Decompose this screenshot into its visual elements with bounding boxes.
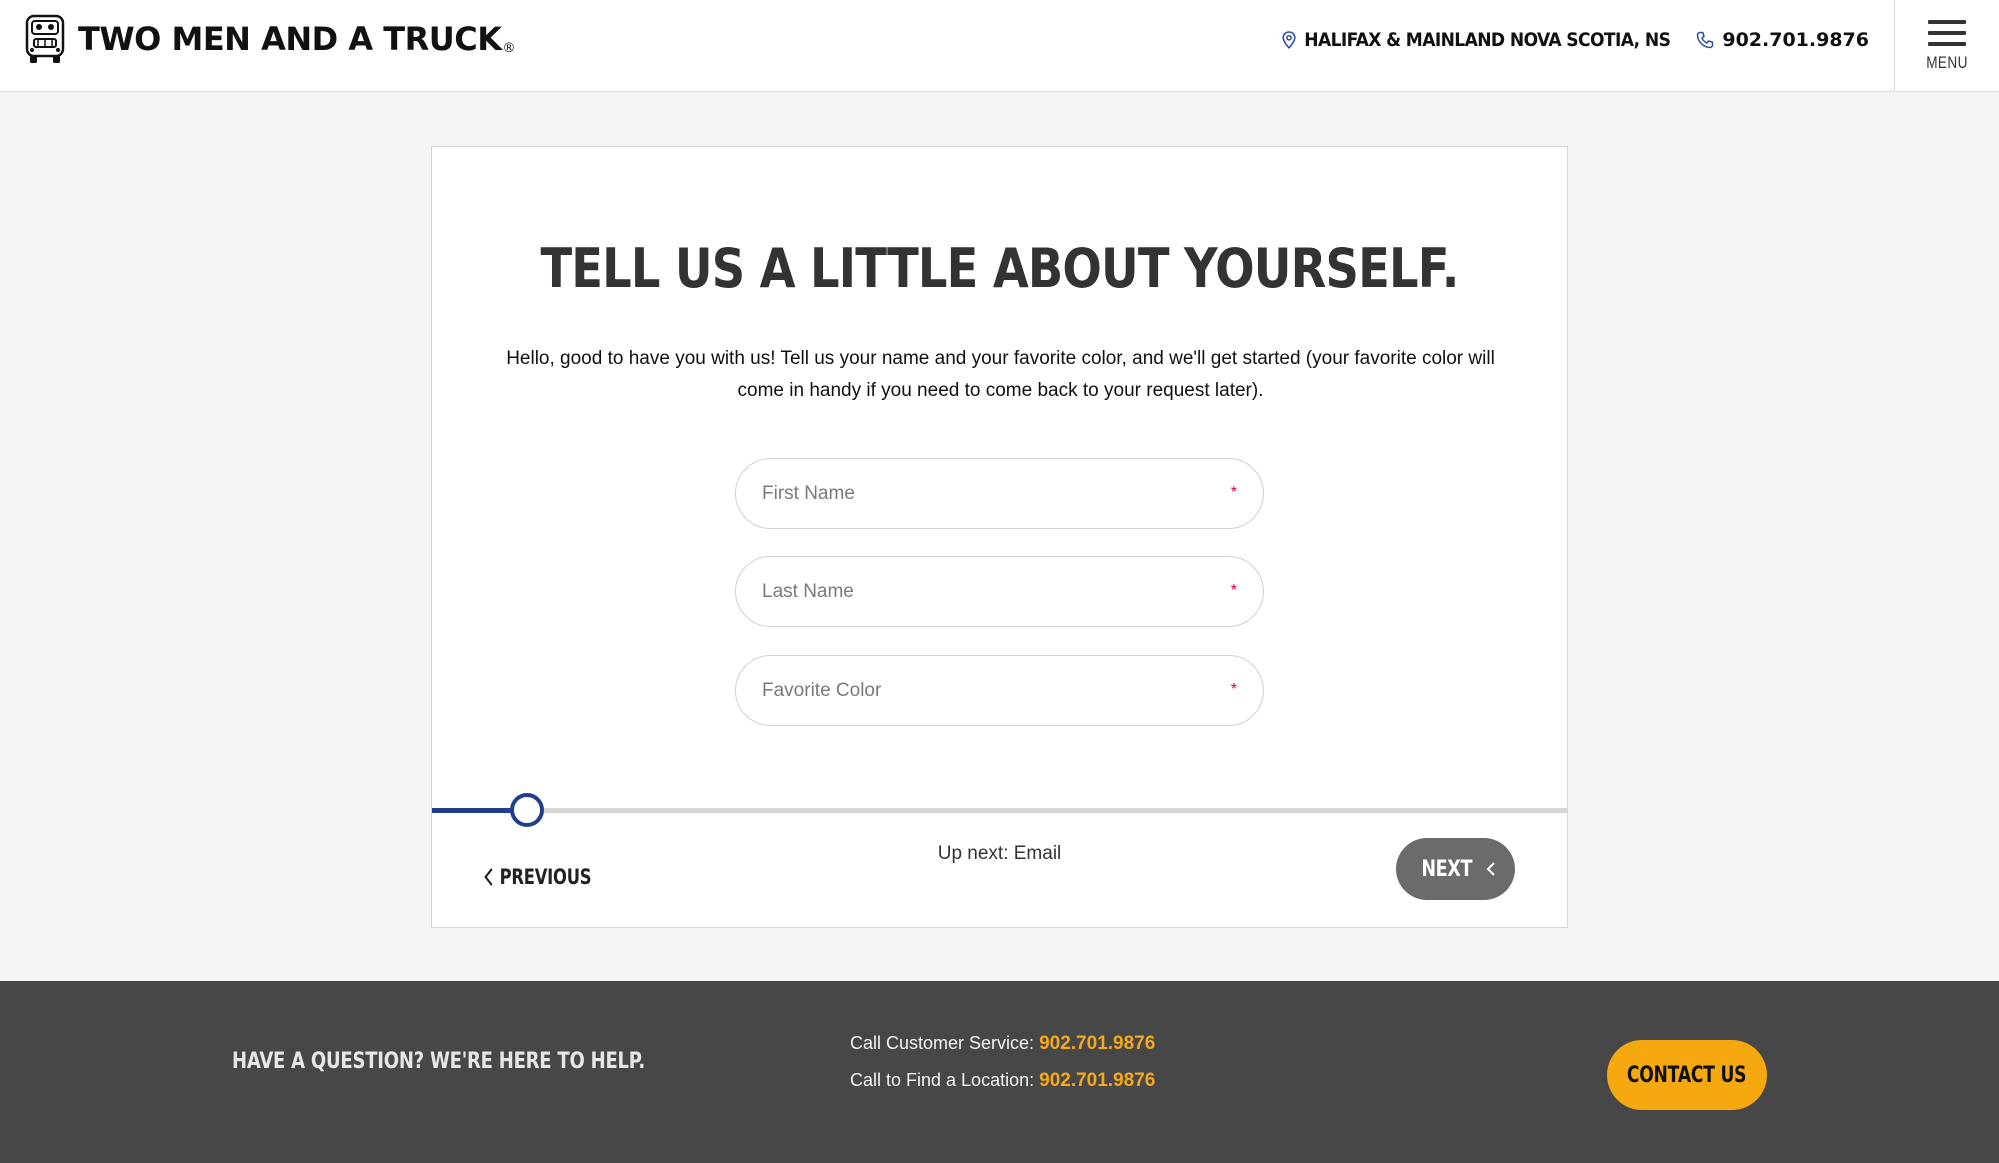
last-name-input[interactable] [762, 557, 1202, 626]
menu-button[interactable]: MENU [1894, 0, 1999, 92]
previous-label: PREVIOUS [499, 865, 592, 889]
progress-bar [432, 793, 1567, 827]
hamburger-menu-icon [1928, 19, 1966, 46]
find-location-line: Call to Find a Location: 902.701.9876 [850, 1070, 1155, 1092]
chevron-icon [1486, 862, 1495, 876]
next-button[interactable]: NEXT [1396, 838, 1515, 900]
form-card: TELL US A LITTLE ABOUT YOURSELF. Hello, … [431, 146, 1568, 928]
contact-us-button[interactable]: CONTACT US [1607, 1040, 1767, 1110]
required-asterisk: * [1230, 681, 1237, 698]
required-asterisk: * [1230, 582, 1237, 599]
header-phone-link[interactable]: 902.701.9876 [1696, 29, 1869, 51]
menu-label: MENU [1926, 52, 1968, 72]
next-label: NEXT [1421, 856, 1472, 882]
customer-service-phone[interactable]: 902.701.9876 [1039, 1033, 1155, 1054]
required-asterisk: * [1230, 484, 1237, 501]
customer-service-line: Call Customer Service: 902.701.9876 [850, 1033, 1155, 1055]
brand-name: TWO MEN AND A TRUCK® [78, 20, 515, 58]
header-contact-bar: HALIFAX & MAINLAND NOVA SCOTIA, NS 902.7… [1282, 0, 1869, 80]
previous-button[interactable]: PREVIOUS [484, 865, 592, 889]
form-title: TELL US A LITTLE ABOUT YOURSELF. [540, 237, 1459, 300]
favorite-color-field[interactable]: * [735, 655, 1264, 726]
location-link[interactable]: HALIFAX & MAINLAND NOVA SCOTIA, NS [1282, 29, 1671, 51]
brand-name-text: TWO MEN AND A TRUCK [78, 20, 502, 58]
truck-logo-icon [25, 14, 65, 63]
favorite-color-input[interactable] [762, 656, 1202, 725]
header-phone-number: 902.701.9876 [1722, 29, 1869, 51]
footer-call-info: Call Customer Service: 902.701.9876 Call… [850, 1033, 1155, 1107]
form-intro-text: Hello, good to have you with us! Tell us… [506, 348, 1495, 401]
location-label: HALIFAX & MAINLAND NOVA SCOTIA, NS [1304, 29, 1671, 51]
progress-knob [510, 793, 544, 827]
first-name-field[interactable]: * [735, 458, 1264, 529]
site-header: TWO MEN AND A TRUCK® HALIFAX & MAINLAND … [0, 0, 1999, 92]
map-pin-icon [1282, 31, 1296, 49]
site-footer: HAVE A QUESTION? WE'RE HERE TO HELP. Cal… [0, 981, 1999, 1163]
find-location-phone[interactable]: 902.701.9876 [1039, 1070, 1155, 1091]
chevron-left-icon [484, 868, 493, 886]
contact-us-label: CONTACT US [1627, 1062, 1747, 1088]
find-location-label: Call to Find a Location: [850, 1070, 1035, 1090]
last-name-field[interactable]: * [735, 556, 1264, 627]
phone-icon [1697, 31, 1714, 49]
footer-question: HAVE A QUESTION? WE'RE HERE TO HELP. [232, 1049, 646, 1074]
brand-logo[interactable]: TWO MEN AND A TRUCK® [24, 12, 515, 66]
first-name-input[interactable] [762, 459, 1202, 528]
registered-mark: ® [502, 41, 515, 56]
customer-service-label: Call Customer Service: [850, 1033, 1035, 1053]
